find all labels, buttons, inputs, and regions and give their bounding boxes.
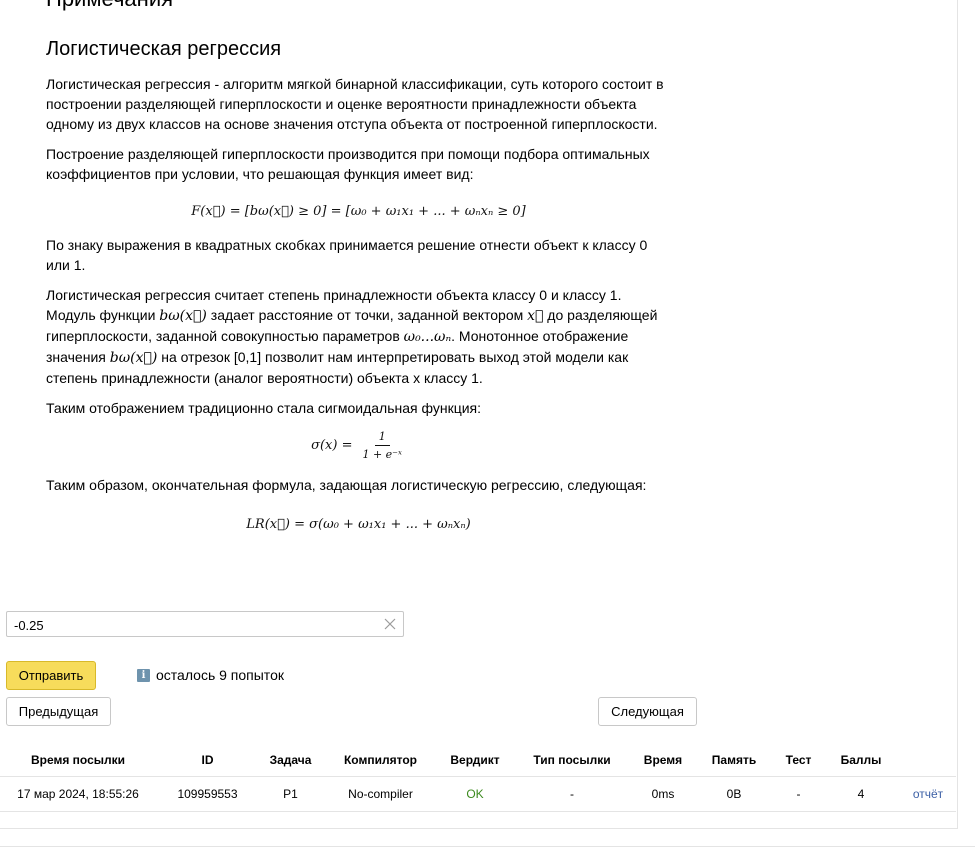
cell-test: - [775,776,822,812]
statement-paragraph: Построение разделяющей гиперплоскости пр… [46,146,650,182]
report-link[interactable]: отчёт [913,787,943,801]
table-header-row: Время посылки ID Задача Компилятор Верди… [0,744,956,777]
footer-divider [0,846,975,847]
math-inline: bω(x⃗) [159,308,207,324]
sigmoid-formula: σ(x) = 1 1 + e⁻ˣ [46,430,671,461]
submit-button[interactable]: Отправить [6,661,96,690]
problem-statement: Логистическая регрессия Логистическая ре… [46,36,671,532]
statement-paragraph: Таким отображением традиционно стала сиг… [46,400,481,416]
attempts-info: i осталось 9 попыток [137,667,284,683]
cell-runtime: 0ms [633,776,693,812]
cell-id: 109959553 [156,776,259,812]
column-header-task: Задача [259,744,322,777]
cell-memory: 0B [693,776,775,812]
column-header-runtime: Время [633,744,693,777]
statement-paragraph: Логистическая регрессия считает степень … [46,285,671,388]
statement-paragraph: Логистическая регрессия - алгоритм мягко… [46,76,664,132]
math-inline: ω₀...ωₙ [403,329,452,345]
column-header-memory: Память [693,744,775,777]
column-header-id: ID [156,744,259,777]
column-header-type: Тип посылки [511,744,633,777]
cell-report: отчёт [900,776,956,812]
answer-input[interactable] [12,613,376,637]
section-title-clipped: Примечания [46,0,173,12]
answer-field[interactable] [6,611,404,637]
statement-title: Логистическая регрессия [46,38,282,60]
math-inline: bω(x⃗) [109,350,158,366]
decision-function-formula: F(x⃗) = [bω(x⃗) ≥ 0] = [ω₀ + ω₁x₁ + ... … [191,204,526,219]
logistic-regression-formula: LR(x⃗) = σ(ω₀ + ω₁x₁ + ... + ωₙxₙ) [246,517,471,532]
column-header-compiler: Компилятор [322,744,439,777]
statement-paragraph: По знаку выражения в квадратных скобках … [46,237,648,273]
math-inline: x⃗ [527,308,544,324]
column-header-test: Тест [775,744,822,777]
info-icon: i [137,668,150,682]
column-header-report [900,744,956,777]
submissions-table: Время посылки ID Задача Компилятор Верди… [0,744,956,812]
cell-type: - [511,776,633,812]
text-fragment: задает расстояние от точки, заданной век… [206,307,528,323]
table-row: 17 мар 2024, 18:55:26 109959553 P1 No-co… [0,776,956,812]
cell-task: P1 [259,776,322,812]
cell-compiler: No-compiler [322,776,439,812]
attempts-remaining-text: осталось 9 попыток [156,667,284,683]
next-problem-button[interactable]: Следующая [598,697,697,726]
previous-problem-button[interactable]: Предыдущая [6,697,111,726]
sigmoid-lhs: σ(x) = [311,438,353,453]
fraction-denominator: 1 + e⁻ˣ [362,448,402,461]
column-header-verdict: Вердикт [439,744,511,777]
cell-verdict: OK [439,776,511,812]
column-header-score: Баллы [822,744,900,777]
statement-paragraph: Таким образом, окончательная формула, за… [46,477,647,493]
cell-time: 17 мар 2024, 18:55:26 [0,776,156,812]
cell-score: 4 [822,776,900,812]
column-header-time: Время посылки [0,744,156,777]
sigmoid-fraction: 1 1 + e⁻ˣ [358,430,405,461]
fraction-numerator: 1 [374,430,390,446]
close-icon[interactable] [384,618,396,630]
